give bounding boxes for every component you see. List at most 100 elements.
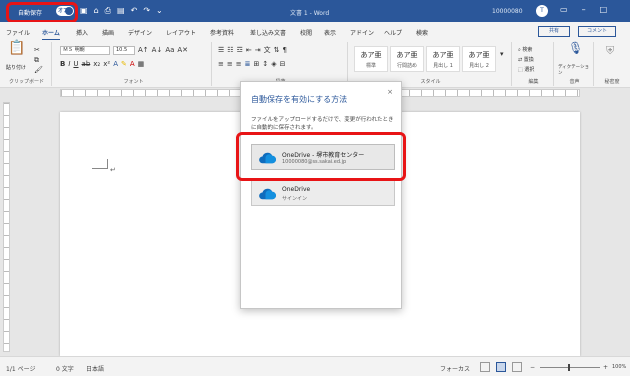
bullets-icon[interactable]: ☰ <box>218 46 224 55</box>
margin-corner-mark <box>92 159 108 169</box>
decrease-indent-icon[interactable]: ⇤ <box>246 46 252 55</box>
multilevel-list-icon[interactable]: ☲ <box>237 46 243 55</box>
tab-search[interactable]: 検索 <box>416 28 428 37</box>
select-label: 選択 <box>524 67 535 73</box>
print-layout-button[interactable] <box>496 362 506 372</box>
style-name: 標準 <box>365 63 376 69</box>
zoom-slider[interactable] <box>540 367 600 368</box>
style-card-normal[interactable]: あア亜 標準 <box>354 46 388 72</box>
tab-references[interactable]: 参考資料 <box>210 28 234 37</box>
align-center-icon[interactable]: ≡ <box>227 60 233 69</box>
format-painter-icon[interactable]: 🖌 <box>34 66 43 75</box>
tab-file[interactable]: ファイル <box>6 28 30 37</box>
line-spacing-icon[interactable]: ↕ <box>262 60 268 69</box>
tab-addins[interactable]: アドイン <box>350 28 374 37</box>
underline-icon[interactable]: U <box>73 60 78 69</box>
text-effects-icon[interactable]: A <box>113 60 118 69</box>
styles-more-icon[interactable]: ▾ <box>500 50 504 59</box>
zoom-slider-handle[interactable] <box>568 364 570 371</box>
ribbon-display-icon[interactable]: ▭ <box>560 5 568 14</box>
replace-button[interactable]: ⇄ 置換 <box>518 56 534 63</box>
minimize-icon[interactable]: – <box>582 5 586 14</box>
distribute-icon[interactable]: ⊞ <box>254 60 260 69</box>
sort-icon[interactable]: ⇅ <box>274 46 280 55</box>
numbering-icon[interactable]: ☷ <box>227 46 233 55</box>
location-onedrive-personal[interactable]: OneDrive サインイン <box>251 180 395 206</box>
tab-help[interactable]: ヘルプ <box>384 28 402 37</box>
dialog-title: 自動保存を有効にする方法 <box>251 95 348 104</box>
bold-icon[interactable]: B <box>60 60 65 69</box>
home-icon[interactable]: ⌂ <box>94 6 99 16</box>
autosave-dialog: × 自動保存を有効にする方法 ファイルをアップロードするだけで、変更が行われたと… <box>240 81 402 309</box>
dictate-label[interactable]: ディクテーション <box>558 64 593 76</box>
vertical-ruler[interactable] <box>3 102 10 352</box>
tab-draw[interactable]: 描画 <box>102 28 114 37</box>
redo-icon[interactable]: ↷ <box>143 6 150 16</box>
style-name: 行間詰め <box>396 63 417 69</box>
increase-indent-icon[interactable]: ⇥ <box>255 46 261 55</box>
style-card-no-spacing[interactable]: あア亜 行間詰め <box>390 46 424 72</box>
font-name-select[interactable]: ＭＳ 明朝 <box>60 46 110 55</box>
borders-icon[interactable]: ⊟ <box>280 60 286 69</box>
find-label: 検索 <box>522 47 533 53</box>
show-marks-icon[interactable]: ¶ <box>282 46 286 55</box>
change-case-icon[interactable]: Aa <box>165 46 174 55</box>
language-indicator[interactable]: 日本語 <box>86 364 104 373</box>
paste-icon[interactable]: 📋 <box>8 41 25 55</box>
align-left-icon[interactable]: ≡ <box>218 60 224 69</box>
open-icon[interactable]: ▤ <box>117 6 125 16</box>
microphone-icon[interactable]: 🎙 <box>568 42 583 54</box>
close-icon[interactable]: × <box>387 88 393 96</box>
align-right-icon[interactable]: ≡ <box>236 60 242 69</box>
word-count[interactable]: 0 文字 <box>56 364 74 373</box>
autosave-highlight <box>6 2 78 23</box>
read-mode-button[interactable] <box>480 362 490 372</box>
select-button[interactable]: ⬚ 選択 <box>518 66 534 73</box>
tab-view[interactable]: 表示 <box>324 28 336 37</box>
maximize-icon[interactable]: □ <box>600 5 608 14</box>
web-layout-button[interactable] <box>512 362 522 372</box>
grow-font-icon[interactable]: A↑ <box>138 46 149 55</box>
comment-button[interactable]: コメント <box>578 26 616 37</box>
find-button[interactable]: ⌕ 検索 <box>518 46 532 53</box>
clear-format-icon[interactable]: A✕ <box>177 46 188 55</box>
dialog-description: ファイルをアップロードするだけで、変更が行われたときに自動的に保存されます。 <box>251 117 394 131</box>
page-count[interactable]: 1/1 ページ <box>6 364 35 373</box>
shrink-font-icon[interactable]: A↓ <box>152 46 163 55</box>
superscript-icon[interactable]: x² <box>103 60 110 69</box>
print-icon[interactable]: ⎙ <box>105 6 111 16</box>
shading-icon[interactable]: ◈ <box>271 60 276 69</box>
italic-icon[interactable]: I <box>68 60 70 69</box>
paragraph-group: ☰ ☷ ☲ ⇤ ⇥ 文 ⇅ ¶ ≡ ≡ ≡ ≣ ⊞ ↕ ◈ ⊟ 段落 <box>214 42 348 86</box>
sensitivity-icon[interactable]: ⛨ <box>606 45 614 56</box>
font-color-icon[interactable]: A <box>130 60 135 69</box>
asian-layout-icon[interactable]: 文 <box>264 46 271 55</box>
font-group-label: フォント <box>123 79 144 85</box>
style-card-heading1[interactable]: あア亜 見出し 1 <box>426 46 460 72</box>
tab-review[interactable]: 校閲 <box>300 28 312 37</box>
paste-label[interactable]: 貼り付け <box>6 64 26 71</box>
subscript-icon[interactable]: x₂ <box>93 60 100 69</box>
save-icon[interactable]: ▣ <box>80 6 88 16</box>
copy-icon[interactable]: ⧉ <box>34 56 39 65</box>
tab-insert[interactable]: 挿入 <box>76 28 88 37</box>
cut-icon[interactable]: ✂ <box>34 46 40 55</box>
style-card-heading2[interactable]: あア亜 見出し 2 <box>462 46 496 72</box>
font-size-select[interactable]: 10.5 <box>113 46 135 55</box>
avatar[interactable]: T <box>536 5 548 17</box>
undo-icon[interactable]: ↶ <box>131 6 138 16</box>
zoom-level[interactable]: 100% <box>612 364 626 370</box>
tab-design[interactable]: デザイン <box>128 28 152 37</box>
strikethrough-icon[interactable]: ab <box>82 60 91 69</box>
zoom-out-icon[interactable]: − <box>530 364 535 371</box>
focus-button[interactable]: フォーカス <box>440 364 470 373</box>
highlight-color-icon[interactable]: ✎ <box>121 60 127 69</box>
justify-icon[interactable]: ≣ <box>245 60 251 69</box>
zoom-in-icon[interactable]: + <box>603 364 608 371</box>
share-button[interactable]: 共有 <box>538 26 570 37</box>
customize-icon[interactable]: ⌄ <box>156 6 163 16</box>
char-shading-icon[interactable]: ▦ <box>138 60 145 69</box>
voice-group-label: 音声 <box>569 79 580 85</box>
tab-layout[interactable]: レイアウト <box>166 28 196 37</box>
tab-mailings[interactable]: 差し込み文書 <box>250 28 286 37</box>
